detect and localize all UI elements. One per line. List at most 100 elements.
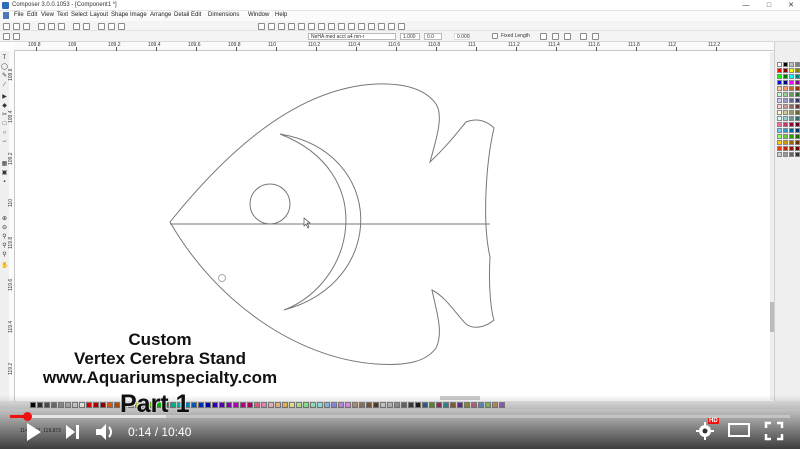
palette-swatch[interactable] [380, 402, 386, 408]
palette-swatch[interactable] [783, 98, 788, 103]
trim-icon[interactable] [288, 23, 295, 30]
palette-swatch[interactable] [191, 402, 197, 408]
palette-swatch[interactable] [394, 402, 400, 408]
menu-select[interactable]: Select [71, 12, 88, 18]
palette-swatch[interactable] [51, 402, 57, 408]
palette-swatch[interactable] [282, 402, 288, 408]
palette-swatch[interactable] [795, 128, 800, 133]
palette-swatch[interactable] [324, 402, 330, 408]
palette-swatch[interactable] [795, 122, 800, 127]
palette-swatch[interactable] [401, 402, 407, 408]
zoom-icon[interactable] [98, 23, 105, 30]
spacing-field[interactable]: 0.0 [424, 33, 442, 40]
palette-swatch[interactable] [777, 122, 782, 127]
palette-swatch[interactable] [310, 402, 316, 408]
menu-arrange[interactable]: Arrange [150, 12, 171, 18]
pen-tool-icon[interactable]: ✎ [1, 73, 8, 80]
palette-swatch[interactable] [478, 402, 484, 408]
break-icon[interactable] [298, 23, 305, 30]
ellipse-tool-icon[interactable]: ○ [1, 130, 8, 137]
undo-icon[interactable] [73, 23, 80, 30]
palette-swatch[interactable] [795, 74, 800, 79]
palette-swatch[interactable] [783, 86, 788, 91]
palette-swatch[interactable] [72, 402, 78, 408]
menu-text[interactable]: Text [57, 12, 68, 18]
palette-swatch[interactable] [30, 402, 36, 408]
palette-swatch[interactable] [789, 92, 794, 97]
palette-swatch[interactable] [783, 110, 788, 115]
palette-swatch[interactable] [789, 146, 794, 151]
palette-swatch[interactable] [93, 402, 99, 408]
font-select[interactable]: NeHA med acct a4.mn-r [308, 33, 396, 40]
palette-swatch[interactable] [777, 110, 782, 115]
palette-swatch[interactable] [777, 80, 782, 85]
palette-swatch[interactable] [233, 402, 239, 408]
palette-swatch[interactable] [795, 98, 800, 103]
palette-swatch[interactable] [783, 104, 788, 109]
join-icon[interactable] [308, 23, 315, 30]
zoom-out-icon[interactable]: ⊖ [1, 225, 8, 232]
palette-swatch[interactable] [789, 122, 794, 127]
palette-swatch[interactable] [359, 402, 365, 408]
palette-swatch[interactable] [443, 402, 449, 408]
palette-swatch[interactable] [408, 402, 414, 408]
palette-swatch[interactable] [450, 402, 456, 408]
maximize-button[interactable]: □ [760, 0, 778, 11]
palette-swatch[interactable] [485, 402, 491, 408]
palette-swatch[interactable] [789, 80, 794, 85]
menu-edit[interactable]: Edit [27, 12, 37, 18]
minimize-button[interactable]: — [737, 0, 755, 11]
cut-icon[interactable] [38, 23, 45, 30]
pointer-tool-icon[interactable]: ▶ [1, 94, 8, 101]
palette-swatch[interactable] [789, 104, 794, 109]
paste-icon[interactable] [58, 23, 65, 30]
lock-icon[interactable] [13, 33, 20, 40]
palette-swatch[interactable] [275, 402, 281, 408]
palette-swatch[interactable] [415, 402, 421, 408]
palette-swatch[interactable] [795, 152, 800, 157]
palette-swatch[interactable] [777, 116, 782, 121]
palette-swatch[interactable] [777, 128, 782, 133]
menu-window[interactable]: Window [248, 12, 269, 18]
palette-swatch[interactable] [422, 402, 428, 408]
open-icon[interactable] [13, 23, 20, 30]
menu-image[interactable]: Image [130, 12, 147, 18]
palette-swatch[interactable] [795, 86, 800, 91]
text-tool-icon[interactable]: T [1, 55, 8, 62]
horizontal-scroll-thumb[interactable] [440, 396, 480, 400]
palette-swatch[interactable] [795, 92, 800, 97]
align-icon[interactable] [348, 23, 355, 30]
export-icon[interactable] [388, 23, 395, 30]
palette-swatch[interactable] [795, 104, 800, 109]
palette-swatch[interactable] [789, 152, 794, 157]
palette-swatch[interactable] [226, 402, 232, 408]
line-tool-icon[interactable]: ∕ [1, 82, 8, 89]
palette-swatch[interactable] [296, 402, 302, 408]
palette-swatch[interactable] [777, 134, 782, 139]
pan-icon[interactable] [108, 23, 115, 30]
align-center-icon[interactable] [552, 33, 559, 40]
menu-file[interactable]: File [14, 12, 24, 18]
palette-swatch[interactable] [789, 68, 794, 73]
palette-swatch[interactable] [352, 402, 358, 408]
zoom-fit-icon[interactable]: ⚲ [1, 234, 8, 241]
fullscreen-icon[interactable] [764, 421, 784, 441]
palette-swatch[interactable] [387, 402, 393, 408]
new-icon[interactable] [3, 23, 10, 30]
shape-tool-icon[interactable]: ◯ [1, 64, 8, 71]
palette-swatch[interactable] [783, 146, 788, 151]
palette-swatch[interactable] [789, 98, 794, 103]
palette-swatch[interactable] [100, 402, 106, 408]
play-icon[interactable] [24, 421, 42, 443]
menu-help[interactable]: Help [275, 12, 287, 18]
theater-mode-icon[interactable] [728, 421, 750, 439]
fit-icon[interactable] [118, 23, 125, 30]
palette-swatch[interactable] [777, 104, 782, 109]
palette-swatch[interactable] [789, 116, 794, 121]
node-tool-icon[interactable]: ◆ [1, 103, 8, 110]
palette-swatch[interactable] [789, 86, 794, 91]
menu-dimensions[interactable]: Dimensions [208, 12, 239, 18]
palette-swatch[interactable] [338, 402, 344, 408]
palette-swatch[interactable] [783, 122, 788, 127]
size-field[interactable]: 1.000 [400, 33, 420, 40]
